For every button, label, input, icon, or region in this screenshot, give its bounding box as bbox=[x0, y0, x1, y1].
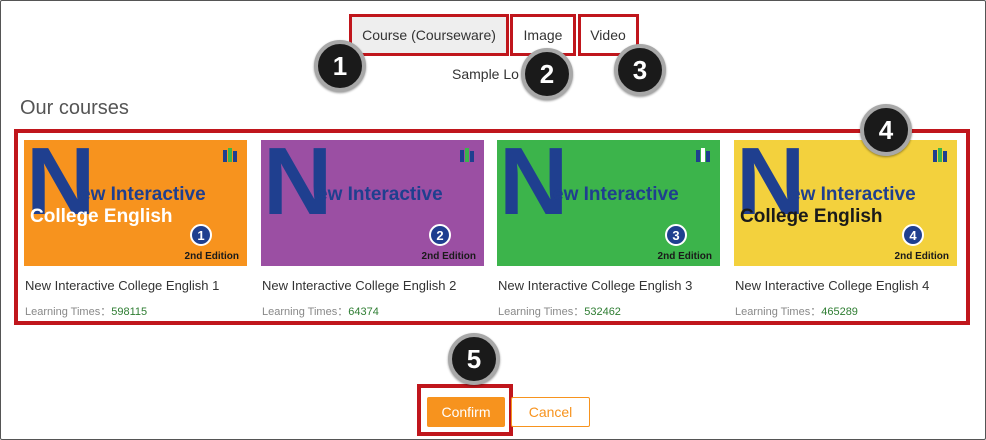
learning-times-label: Learning Times： bbox=[735, 306, 822, 318]
course-name[interactable]: New Interactive College English 3 bbox=[497, 278, 720, 293]
confirm-button[interactable]: Confirm bbox=[427, 397, 505, 427]
cover-title-line1: ew Interactive bbox=[80, 184, 206, 205]
course-card-2[interactable]: N ew Interactive 2 2nd Edition New Inter… bbox=[261, 140, 484, 319]
cover-edition: 2nd Edition bbox=[184, 251, 239, 262]
course-name[interactable]: New Interactive College English 2 bbox=[261, 278, 484, 293]
cover-edition: 2nd Edition bbox=[421, 251, 476, 262]
tab-course-courseware[interactable]: Course (Courseware) bbox=[349, 16, 509, 54]
course-name[interactable]: New Interactive College English 1 bbox=[24, 278, 247, 293]
learning-times-value: 532462 bbox=[584, 306, 621, 318]
cover-title-line2: College English bbox=[740, 206, 883, 227]
cover-title-line1: ew Interactive bbox=[317, 184, 443, 205]
cover-title-line2: College English bbox=[30, 206, 173, 227]
cancel-button[interactable]: Cancel bbox=[511, 397, 590, 427]
callout-5: 5 bbox=[448, 333, 500, 385]
publisher-logo-icon bbox=[933, 148, 947, 162]
learning-times: Learning Times：532462 bbox=[497, 303, 720, 319]
cover-volume-number: 1 bbox=[190, 224, 212, 246]
course-card-4[interactable]: N ew Interactive College English 4 2nd E… bbox=[734, 140, 957, 319]
publisher-logo-icon bbox=[460, 148, 474, 162]
callout-4: 4 bbox=[860, 104, 912, 156]
course-cover-4[interactable]: N ew Interactive College English 4 2nd E… bbox=[734, 140, 957, 266]
learning-times-label: Learning Times： bbox=[262, 306, 349, 318]
callout-2: 2 bbox=[521, 48, 573, 100]
learning-times: Learning Times：64374 bbox=[261, 303, 484, 319]
callout-3: 3 bbox=[614, 44, 666, 96]
learning-times: Learning Times：465289 bbox=[734, 303, 957, 319]
course-cover-1[interactable]: N ew Interactive College English 1 2nd E… bbox=[24, 140, 247, 266]
learning-times-value: 465289 bbox=[821, 306, 858, 318]
cover-title-line1: ew Interactive bbox=[553, 184, 679, 205]
course-card-1[interactable]: N ew Interactive College English 1 2nd E… bbox=[24, 140, 247, 319]
section-title: Our courses bbox=[20, 97, 129, 119]
course-cover-2[interactable]: N ew Interactive 2 2nd Edition bbox=[261, 140, 484, 266]
course-name[interactable]: New Interactive College English 4 bbox=[734, 278, 957, 293]
callout-1: 1 bbox=[314, 40, 366, 92]
cover-volume-number: 3 bbox=[665, 224, 687, 246]
cover-edition: 2nd Edition bbox=[894, 251, 949, 262]
course-cover-3[interactable]: N ew Interactive 3 2nd Edition bbox=[497, 140, 720, 266]
publisher-logo-icon bbox=[696, 148, 710, 162]
learning-times: Learning Times：598115 bbox=[24, 303, 247, 319]
cover-volume-number: 2 bbox=[429, 224, 451, 246]
sample-text: Sample Lo bbox=[452, 66, 519, 82]
learning-times-label: Learning Times： bbox=[25, 306, 112, 318]
learning-times-value: 64374 bbox=[348, 306, 379, 318]
course-card-3[interactable]: N ew Interactive 3 2nd Edition New Inter… bbox=[497, 140, 720, 319]
learning-times-value: 598115 bbox=[111, 306, 148, 318]
learning-times-label: Learning Times： bbox=[498, 306, 585, 318]
cover-title-line1: ew Interactive bbox=[790, 184, 916, 205]
publisher-logo-icon bbox=[223, 148, 237, 162]
cover-volume-number: 4 bbox=[902, 224, 924, 246]
cover-edition: 2nd Edition bbox=[657, 251, 712, 262]
